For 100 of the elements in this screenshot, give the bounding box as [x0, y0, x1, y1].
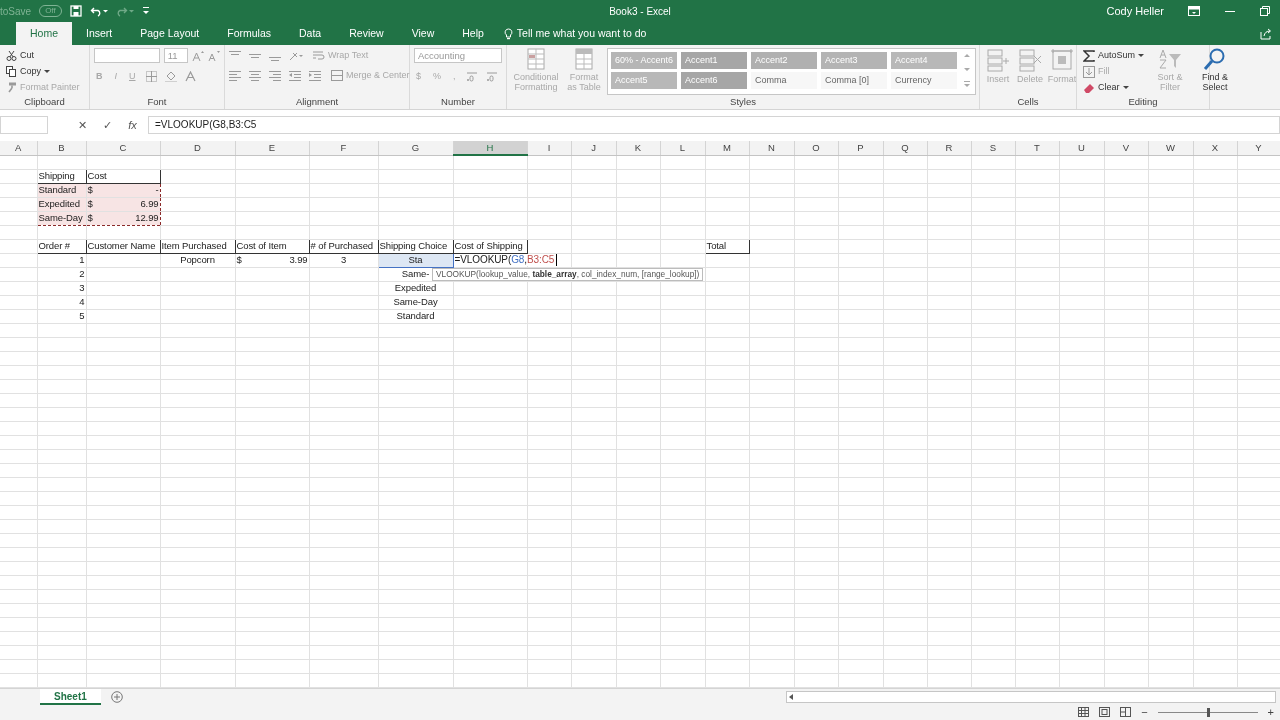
restore-icon[interactable] [1260, 6, 1272, 16]
scroll-left-icon[interactable] [787, 692, 795, 701]
font-name-field[interactable] [94, 48, 160, 63]
scissors-icon [6, 50, 17, 61]
ribbon-tab[interactable]: Formulas [213, 22, 285, 45]
column-header[interactable]: W [1148, 141, 1193, 155]
shrink-font-icon[interactable] [208, 50, 220, 61]
ribbon-button[interactable]: Find & Select [1194, 48, 1237, 94]
column-header[interactable]: Y [1237, 141, 1280, 155]
ribbon-tab[interactable]: Page Layout [126, 22, 214, 45]
borders-icon[interactable] [145, 71, 157, 82]
undo-icon[interactable] [89, 5, 108, 17]
decrease-decimal-icon[interactable] [485, 71, 498, 82]
ribbon-tab[interactable]: View [397, 22, 449, 45]
ribbon-tab[interactable]: Home [16, 22, 72, 45]
orientation-icon[interactable] [289, 50, 303, 61]
column-header[interactable]: C [86, 141, 160, 155]
page-layout-icon[interactable] [1099, 707, 1111, 717]
column-header[interactable]: K [616, 141, 660, 155]
customize-caret-icon[interactable] [141, 6, 150, 16]
column-header[interactable]: M [705, 141, 749, 155]
zoom-in-button[interactable]: + [1267, 706, 1274, 718]
formula-input[interactable]: =VLOOKUP(G8,B3:C5 [148, 116, 1280, 134]
merge-icon [331, 70, 343, 81]
ribbon-tab[interactable]: Review [335, 22, 398, 45]
ribbon-tab[interactable]: Data [285, 22, 336, 45]
format-cells-icon [1050, 48, 1074, 72]
align-left-icon[interactable] [229, 70, 241, 81]
column-header[interactable]: V [1104, 141, 1148, 155]
cell-style-option[interactable]: Currency [891, 72, 957, 89]
column-header[interactable]: D [160, 141, 235, 155]
increase-decimal-icon[interactable] [465, 71, 478, 82]
fill-color-icon[interactable] [164, 71, 177, 82]
share-icon[interactable] [1260, 27, 1272, 40]
ribbon-tab[interactable]: Insert [72, 22, 127, 45]
cell-text: 2 [79, 268, 85, 280]
cell-text: Item Purchased [161, 240, 227, 252]
formula-bar-button[interactable]: ✕ [70, 116, 95, 134]
increase-indent-icon[interactable] [309, 70, 321, 81]
column-header[interactable]: U [1059, 141, 1104, 155]
formula-bar-button[interactable]: ✓ [95, 116, 120, 134]
column-header[interactable]: S [971, 141, 1015, 155]
cell-text: 1 [79, 254, 85, 266]
page-break-icon[interactable] [1120, 707, 1132, 717]
column-header[interactable]: E [235, 141, 309, 155]
zoom-out-button[interactable]: − [1141, 706, 1148, 718]
save-icon[interactable] [69, 5, 82, 17]
fill-down-icon [1083, 65, 1095, 78]
ribbon-button[interactable]: Clear [1081, 80, 1147, 95]
currency-symbol: $ [87, 184, 93, 196]
ribbon-button[interactable]: AutoSum [1081, 48, 1147, 63]
add-sheet-icon[interactable] [110, 690, 123, 703]
caret-icon [44, 70, 50, 73]
column-header[interactable]: I [527, 141, 571, 155]
column-header[interactable]: L [660, 141, 705, 155]
formula-bar-button[interactable]: fx [120, 116, 145, 134]
column-header[interactable]: J [571, 141, 616, 155]
paintbrush-icon [6, 82, 17, 93]
sheet-tab[interactable]: Sheet1 [40, 688, 101, 705]
name-box[interactable] [0, 116, 48, 134]
column-header[interactable]: Q [883, 141, 927, 155]
number-format-field[interactable]: Accounting [414, 48, 502, 63]
column-header[interactable]: B [37, 141, 86, 155]
font-color-icon[interactable] [184, 71, 196, 82]
gallery-scroll-icon[interactable] [962, 51, 972, 89]
decrease-indent-icon[interactable] [289, 70, 301, 81]
column-header[interactable]: N [749, 141, 794, 155]
normal-view-icon[interactable] [1078, 707, 1090, 717]
ribbon-tab[interactable]: Help [448, 22, 498, 45]
formula-entry[interactable]: =VLOOKUP(G8,B3:C5 [454, 254, 558, 266]
grow-font-icon[interactable] [192, 50, 204, 61]
ribbon-display-icon[interactable] [1188, 6, 1200, 16]
tell-me-search[interactable]: Tell me what you want to do [516, 22, 647, 45]
column-header[interactable]: R [927, 141, 971, 155]
cell-text: Standard [38, 184, 77, 196]
column-header[interactable]: H [453, 141, 527, 155]
column-header[interactable]: F [309, 141, 378, 155]
column-header[interactable]: X [1193, 141, 1237, 155]
align-right-icon[interactable] [269, 70, 281, 81]
ribbon-button[interactable]: Cut [4, 48, 85, 63]
redo-icon[interactable] [115, 5, 134, 17]
cell-text: Same-Day [38, 212, 83, 224]
column-header[interactable]: A [0, 141, 37, 155]
font-size-field[interactable]: 11 [163, 48, 188, 63]
cell-style-option[interactable]: Comma [751, 72, 817, 89]
column-header[interactable]: P [838, 141, 883, 155]
horizontal-scrollbar[interactable] [786, 690, 1276, 703]
currency-symbol: $ [236, 254, 242, 266]
group-label: Editing [1127, 95, 1159, 109]
align-center-icon[interactable] [249, 70, 261, 81]
column-header[interactable]: T [1015, 141, 1059, 155]
column-header[interactable]: O [794, 141, 838, 155]
group-label: Styles [729, 95, 757, 109]
cell-text: 4 [79, 296, 85, 308]
column-header[interactable]: G [378, 141, 453, 155]
cell-style-option[interactable]: Comma [0] [821, 72, 887, 89]
cell-text: Cost of Item [236, 240, 287, 252]
cell-text: Cost [87, 170, 107, 182]
ribbon-button[interactable]: Copy [4, 64, 85, 79]
autosave-label: toSave [0, 4, 32, 19]
